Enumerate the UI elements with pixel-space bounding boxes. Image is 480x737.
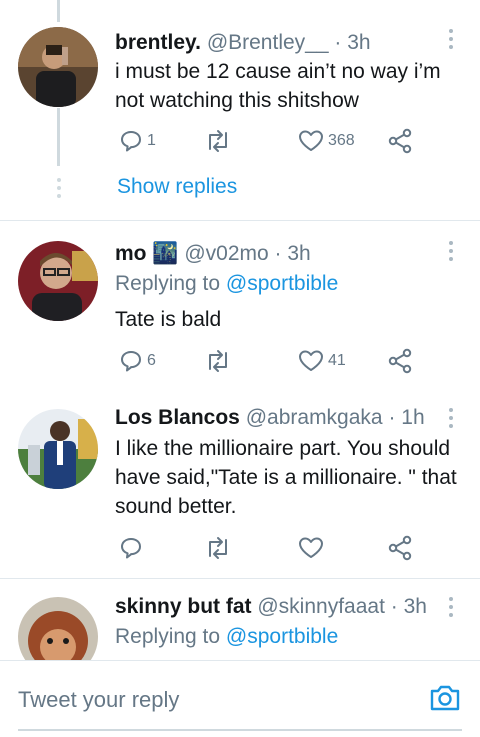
share-button[interactable] — [387, 533, 413, 563]
avatar[interactable] — [18, 409, 98, 489]
avatar[interactable] — [18, 241, 98, 321]
like-count: 368 — [328, 132, 355, 149]
more-options-icon[interactable] — [448, 597, 454, 621]
replying-mention-link[interactable]: @sportbible — [226, 272, 338, 295]
like-button[interactable]: 368 — [298, 126, 355, 156]
camera-icon — [430, 685, 460, 711]
tweet-text: i must be 12 cause ain’t no way i’m not … — [115, 60, 441, 112]
handle[interactable]: @abramkgaka — [246, 406, 383, 429]
retweet-icon — [209, 350, 227, 372]
heart-icon — [299, 130, 323, 151]
tweet[interactable]: skinny but fat @skinnyfaaat · 3h Replyin… — [0, 579, 480, 660]
handle[interactable]: @Brentley__ — [207, 31, 329, 54]
share-button[interactable] — [387, 126, 413, 156]
show-replies-link[interactable]: Show replies — [117, 175, 237, 199]
tweet[interactable]: brentley. @Brentley__ · 3h i must be 12 … — [0, 0, 480, 220]
reply-composer: Tweet your reply — [0, 660, 480, 737]
reply-button[interactable]: 6 — [119, 346, 156, 376]
camera-button[interactable] — [428, 683, 462, 718]
like-button[interactable]: 41 — [298, 346, 346, 376]
tweet-actions: 6 41 — [115, 346, 415, 376]
replying-mention-link[interactable]: @sportbible — [226, 625, 338, 648]
tweet-text: I like the millionaire part. You should … — [115, 437, 457, 518]
share-icon — [388, 348, 412, 374]
more-options-icon[interactable] — [448, 29, 454, 53]
heart-icon — [299, 350, 323, 371]
display-name[interactable]: Los Blancos — [115, 406, 240, 429]
city-night-emoji: 🌃 — [152, 242, 179, 265]
tweet-actions: 1 368 — [115, 126, 415, 156]
handle[interactable]: @skinnyfaaat — [257, 595, 385, 618]
reply-count: 6 — [147, 352, 156, 369]
handle[interactable]: @v02mo — [184, 242, 268, 265]
avatar[interactable] — [18, 27, 98, 107]
display-name[interactable]: mo — [115, 242, 147, 265]
tweet-actions — [115, 533, 415, 563]
timestamp: · 1h — [388, 406, 425, 429]
reply-button[interactable]: 1 — [119, 126, 156, 156]
heart-icon — [299, 537, 323, 558]
avatar[interactable] — [18, 597, 98, 660]
reply-icon — [121, 351, 141, 372]
reply-icon — [121, 538, 141, 559]
reply-input[interactable]: Tweet your reply — [18, 687, 179, 713]
like-count: 41 — [328, 352, 346, 369]
like-button[interactable] — [298, 533, 324, 563]
reply-count: 1 — [147, 132, 156, 149]
display-name[interactable]: skinny but fat — [115, 595, 252, 618]
display-name[interactable]: brentley. — [115, 31, 201, 54]
reply-input-underline — [18, 729, 462, 731]
more-options-icon[interactable] — [448, 408, 454, 432]
timestamp: · 3h — [274, 242, 311, 265]
retweet-button[interactable] — [204, 346, 232, 376]
share-icon — [388, 128, 412, 154]
timestamp: · 3h — [390, 595, 427, 618]
share-icon — [388, 535, 412, 561]
retweet-button[interactable] — [204, 126, 232, 156]
reply-icon — [121, 131, 141, 152]
tweet-text: Tate is bald — [115, 308, 222, 331]
retweet-icon — [209, 130, 227, 152]
timestamp: · 3h — [334, 31, 371, 54]
share-button[interactable] — [387, 346, 413, 376]
tweet[interactable]: mo 🌃 @v02mo · 3h Replying to @sportbible… — [0, 221, 480, 401]
more-options-icon[interactable] — [448, 241, 454, 265]
replying-label: Replying to — [115, 625, 221, 648]
retweet-icon — [209, 537, 227, 559]
tweet[interactable]: Los Blancos @abramkgaka · 1h I like the … — [0, 401, 480, 578]
replying-label: Replying to — [115, 272, 221, 295]
retweet-button[interactable] — [204, 533, 232, 563]
thread-dots — [56, 178, 62, 202]
reply-button[interactable] — [119, 533, 143, 563]
